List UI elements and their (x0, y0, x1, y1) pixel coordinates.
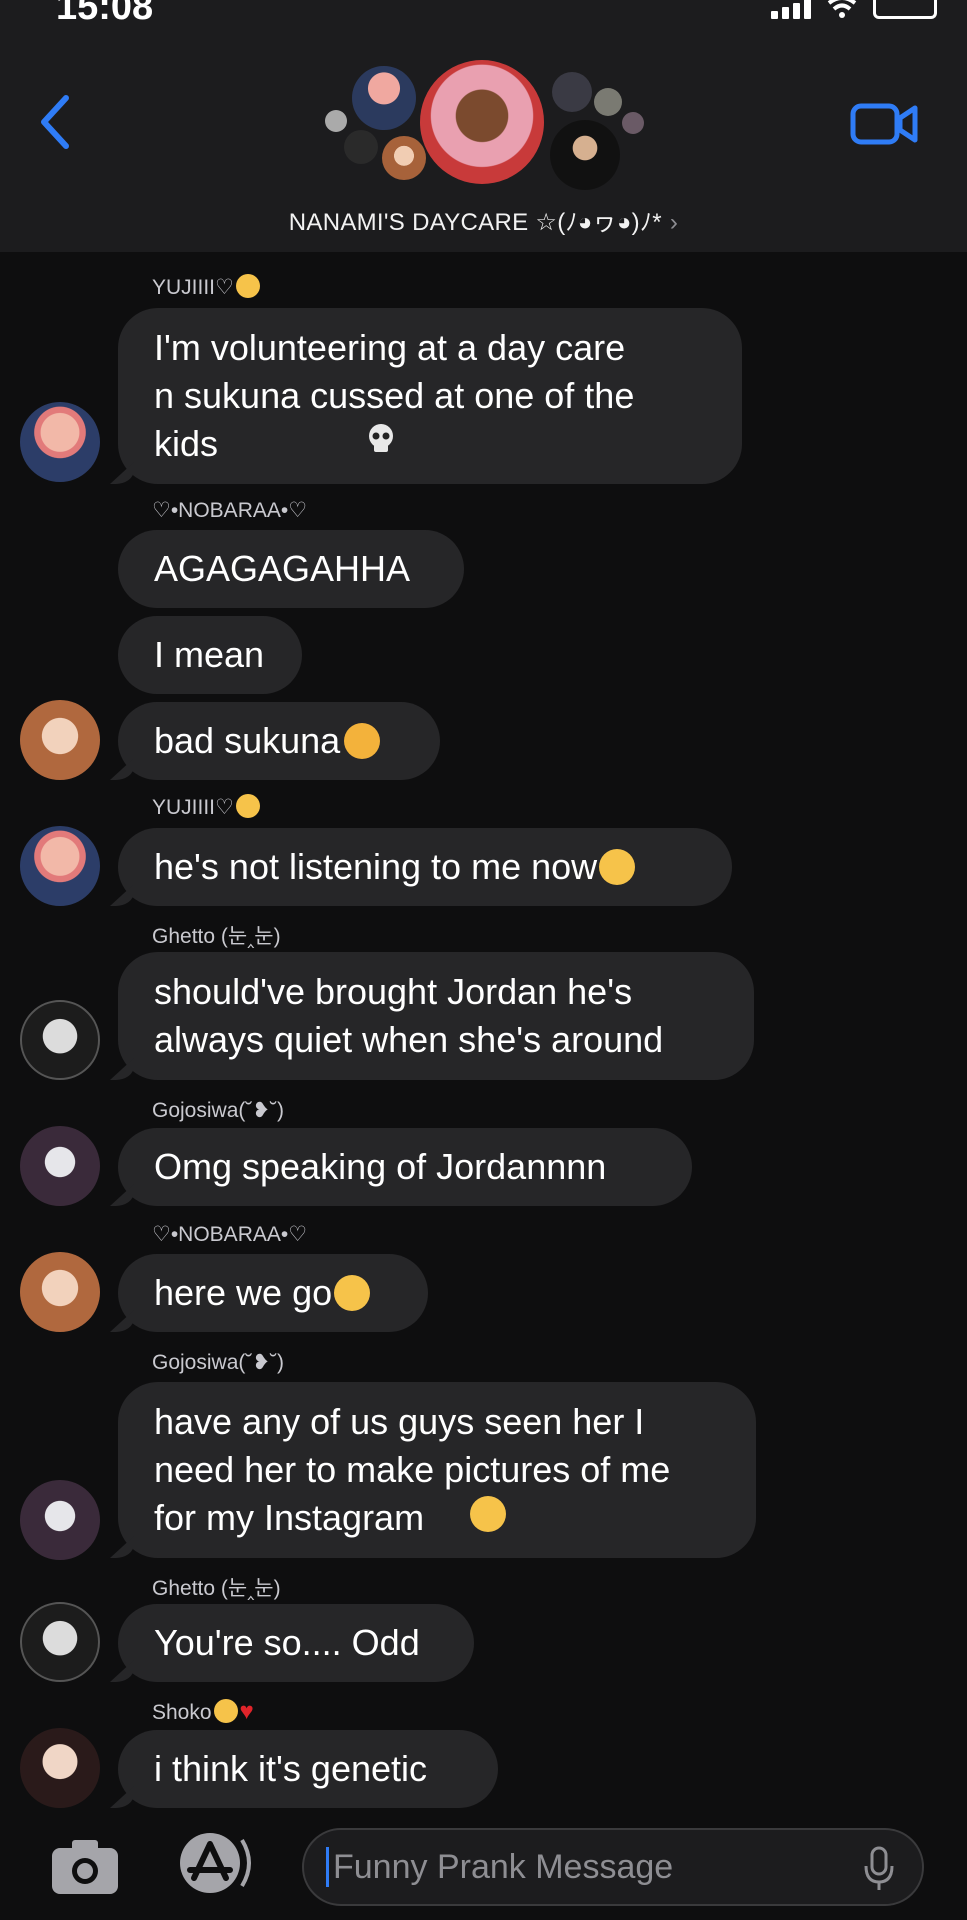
conversation-header: 15:08 NANAMI'S DAYCARE ☆(ﾉ◕ヮ◕)ﾉ* › (0, 0, 967, 252)
message-text: Omg speaking of Jordannnn (154, 1146, 607, 1187)
rolling-eyes-face-icon (213, 1699, 238, 1723)
text-caret (326, 1847, 329, 1887)
back-chevron-icon[interactable] (36, 92, 76, 152)
microphone-icon[interactable] (862, 1846, 896, 1892)
message-text: here we go (154, 1272, 333, 1313)
sender-name: Ghetto (눈‸눈) (152, 925, 281, 948)
sender-name: YUJIIII♡ (152, 794, 260, 820)
member-avatar (550, 120, 620, 190)
pleading-face-icon (235, 274, 260, 298)
message-text: he's not listening to me now (154, 846, 598, 887)
video-camera-icon[interactable] (850, 100, 918, 148)
unamused-face-icon (334, 1275, 371, 1311)
message-bubble[interactable]: I mean (118, 616, 302, 694)
loudly-crying-face-icon (599, 849, 636, 885)
grinning-face-icon (470, 1496, 506, 1532)
member-avatar (352, 66, 416, 130)
message-text: have any of us guys seen her I need her … (154, 1401, 671, 1538)
battery-icon (873, 0, 937, 19)
gojo-avatar[interactable] (20, 1480, 100, 1560)
shoko-avatar[interactable] (20, 1728, 100, 1808)
message-text: bad sukuna (154, 720, 341, 761)
member-avatar (325, 110, 347, 132)
nobara-avatar[interactable] (20, 1252, 100, 1332)
message-bubble[interactable]: should've brought Jordan he's always qui… (118, 952, 754, 1080)
message-input-field[interactable] (302, 1828, 924, 1906)
message-input[interactable] (331, 1846, 855, 1888)
wifi-icon (827, 0, 857, 18)
member-avatar (594, 88, 622, 116)
sender-name: ♡•NOBARAA•♡ (152, 1223, 308, 1246)
pleading-face-icon (235, 794, 260, 818)
message-bubble[interactable]: he's not listening to me now (118, 828, 732, 906)
message-text: should've brought Jordan he's always qui… (154, 971, 664, 1060)
sender-name: ♡•NOBARAA•♡ (152, 499, 308, 522)
signal-icon (771, 0, 811, 19)
app-store-icon[interactable] (172, 1830, 258, 1896)
message-bubble[interactable]: here we go (118, 1254, 428, 1332)
camera-icon[interactable] (50, 1836, 120, 1896)
yuji-avatar[interactable] (20, 826, 100, 906)
status-icons (771, 0, 937, 19)
message-bubble[interactable]: bad sukuna (118, 702, 440, 780)
sender-name: Gojosiwa(˘❥˘) (152, 1351, 284, 1374)
member-avatar (420, 60, 544, 184)
skull-icon (369, 424, 393, 452)
sender-name: Ghetto (눈‸눈) (152, 1577, 281, 1600)
geto-avatar[interactable] (20, 1602, 100, 1682)
status-time: 15:08 (56, 0, 154, 28)
member-avatar (382, 136, 426, 180)
group-avatar-cluster[interactable] (320, 52, 660, 202)
angry-face-icon (344, 723, 381, 759)
geto-avatar[interactable] (20, 1000, 100, 1080)
chevron-right-icon: › (669, 209, 679, 236)
message-list[interactable]: YUJIIII♡ I'm volunteering at a day care … (0, 252, 967, 1812)
message-bubble[interactable]: AGAGAGAHHA (118, 530, 464, 608)
message-text: i think it's genetic (154, 1748, 428, 1789)
yuji-avatar[interactable] (20, 402, 100, 482)
message-bubble[interactable]: Omg speaking of Jordannnn (118, 1128, 692, 1206)
sender-name: Gojosiwa(˘❥˘) (152, 1099, 284, 1122)
sender-name: Shoko ♥ (152, 1698, 254, 1725)
message-composer (0, 1812, 967, 1920)
message-bubble[interactable]: i think it's genetic (118, 1730, 498, 1808)
message-bubble[interactable]: have any of us guys seen her I need her … (118, 1382, 756, 1558)
nobara-avatar[interactable] (20, 700, 100, 780)
group-name: NANAMI'S DAYCARE ☆(ﾉ◕ヮ◕)ﾉ* (288, 209, 662, 236)
member-avatar (552, 72, 592, 112)
group-name-button[interactable]: NANAMI'S DAYCARE ☆(ﾉ◕ヮ◕)ﾉ* › (0, 202, 967, 237)
member-avatar (622, 112, 644, 134)
message-text: You're so.... Odd (154, 1622, 420, 1663)
sender-name: YUJIIII♡ (152, 274, 260, 300)
message-bubble[interactable]: I'm volunteering at a day care n sukuna … (118, 308, 742, 484)
gojo-avatar[interactable] (20, 1126, 100, 1206)
message-bubble[interactable]: You're so.... Odd (118, 1604, 474, 1682)
message-text: I mean (154, 634, 265, 675)
red-heart-icon: ♥ (239, 1698, 254, 1725)
member-avatar (344, 130, 378, 164)
message-text: AGAGAGAHHA (154, 548, 411, 589)
